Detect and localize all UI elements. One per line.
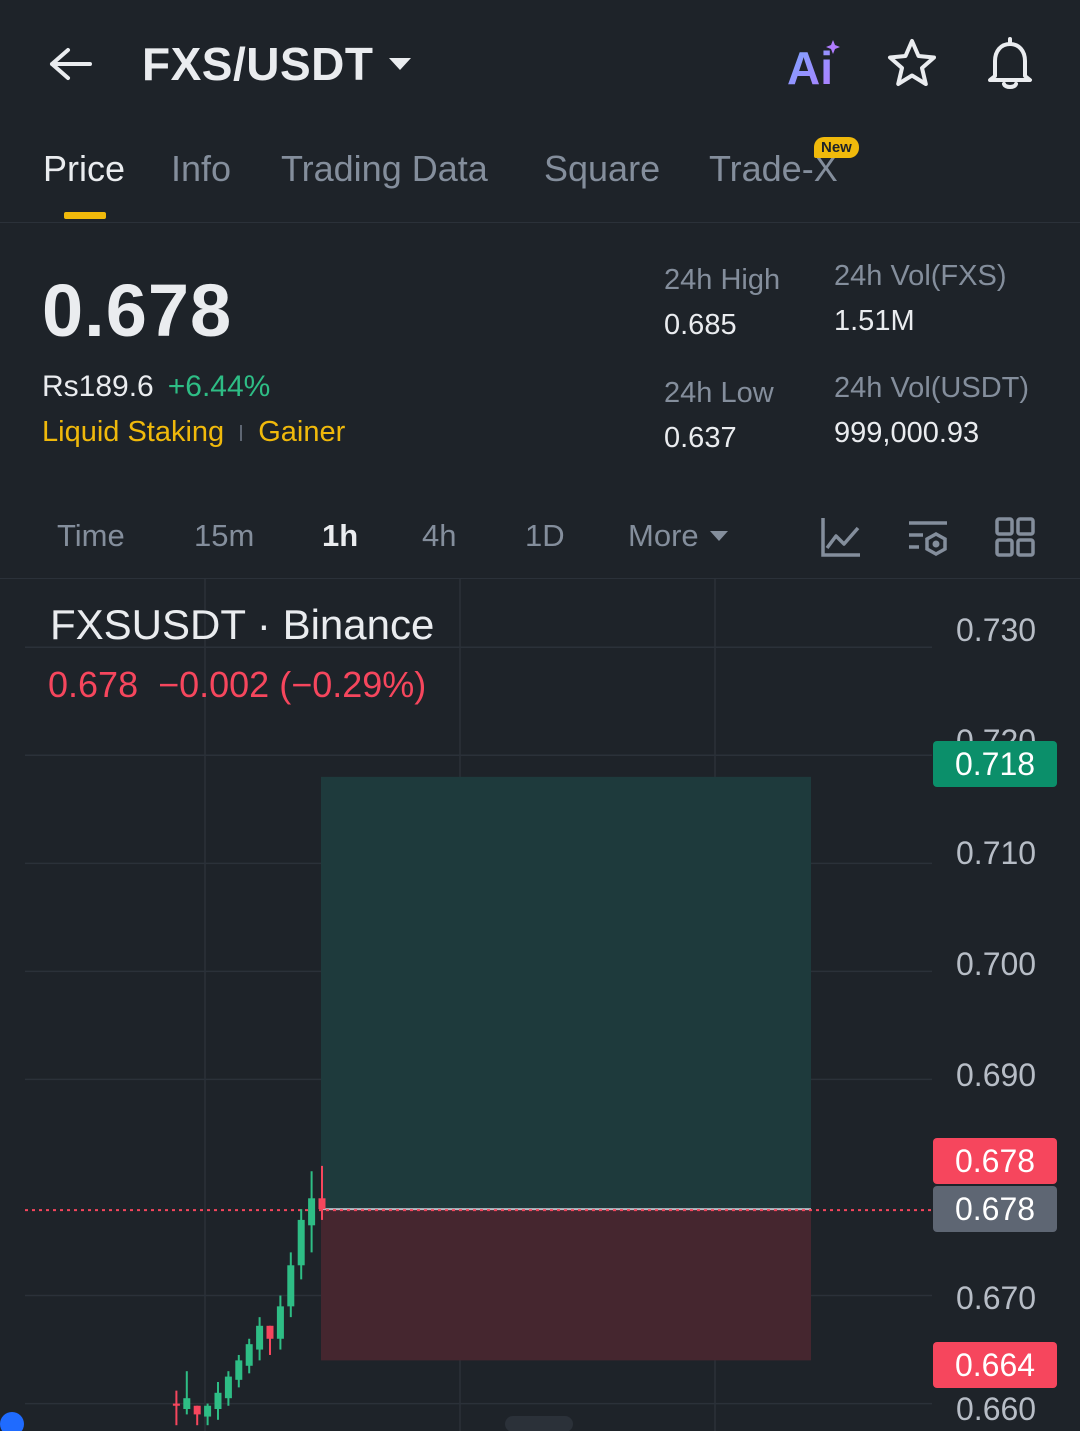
change-percent: +6.44% — [167, 370, 271, 403]
entry-price-badge[interactable]: 0.678 — [933, 1186, 1057, 1232]
candle-body — [235, 1360, 243, 1380]
grid-icon — [995, 517, 1035, 557]
legend-price: 0.678 — [48, 664, 139, 705]
ai-label: Ai — [787, 42, 833, 92]
scroll-dot — [0, 1412, 24, 1431]
last-price: 0.678 — [42, 269, 233, 352]
interval-15m[interactable]: 15m — [194, 518, 254, 554]
fiat-price: Rs189.6 — [42, 370, 154, 403]
star-icon — [888, 39, 936, 86]
indicator-tool[interactable] — [818, 514, 864, 560]
candle-body — [256, 1325, 264, 1350]
vol-base-value: 1.51M — [834, 305, 915, 337]
top-bar: FXS/USDT Ai — [0, 0, 1080, 130]
tab-info[interactable]: Info — [171, 148, 231, 190]
candle-body — [204, 1405, 212, 1417]
candle-body — [287, 1265, 295, 1307]
caret-down-icon — [709, 531, 728, 541]
candle-body — [224, 1376, 232, 1399]
vol-quote-value: 999,000.93 — [834, 417, 980, 449]
chart-handle[interactable] — [505, 1416, 573, 1431]
pair-selector[interactable]: FXS/USDT — [142, 36, 413, 92]
line-chart-icon — [821, 518, 860, 557]
price-subline: Rs189.6 +6.44% — [42, 370, 270, 404]
vol-base-label: 24h Vol(FXS) — [834, 260, 1007, 292]
high-value: 0.685 — [664, 309, 737, 341]
stop-loss-zone[interactable] — [321, 1209, 811, 1361]
tag-gainer[interactable]: Gainer — [258, 416, 345, 449]
alerts-button[interactable] — [980, 34, 1040, 94]
tag-divider — [240, 424, 243, 441]
legend-change: −0.002 (−0.29%) — [158, 664, 427, 705]
tab-trading-data[interactable]: Trading Data — [281, 148, 488, 190]
ai-icon: Ai — [787, 40, 840, 94]
active-tab-indicator — [64, 212, 106, 219]
settings-sliders-icon — [909, 521, 947, 557]
candle-body — [297, 1219, 305, 1266]
tab-square[interactable]: Square — [544, 148, 660, 190]
candle-body — [276, 1306, 284, 1339]
favorite-button[interactable] — [884, 36, 940, 92]
y-tick: 0.670 — [956, 1280, 1037, 1316]
interval-1h[interactable]: 1h — [322, 518, 358, 554]
caret-down-icon — [389, 58, 412, 70]
candle-body — [193, 1405, 201, 1415]
candle-body — [214, 1392, 222, 1409]
layout-grid-tool[interactable] — [992, 514, 1038, 560]
tab-price[interactable]: Price — [43, 148, 125, 190]
vol-quote-label: 24h Vol(USDT) — [834, 372, 1030, 404]
pair-title: FXS/USDT — [142, 38, 374, 90]
take-profit-zone[interactable] — [321, 776, 811, 1210]
interval-1d[interactable]: 1D — [525, 518, 565, 554]
interval-time[interactable]: Time — [57, 518, 125, 554]
interval-more[interactable]: More — [628, 518, 729, 554]
stop-loss-badge[interactable]: 0.664 — [933, 1342, 1057, 1388]
price-chart[interactable] — [0, 579, 1080, 1431]
chart-canvas[interactable] — [0, 579, 1080, 1431]
y-tick: 0.730 — [956, 612, 1037, 648]
candle-body — [308, 1198, 316, 1226]
candle-body — [245, 1344, 253, 1366]
chart-settings-tool[interactable] — [905, 514, 951, 560]
candle-body — [318, 1198, 326, 1210]
low-label: 24h Low — [664, 377, 774, 409]
back-arrow-icon — [50, 48, 92, 80]
section-tabs: Price Info Trading Data Square Trade-X — [0, 130, 1080, 223]
y-tick: 0.660 — [956, 1391, 1037, 1427]
tag-liquid-staking[interactable]: Liquid Staking — [42, 416, 224, 449]
take-profit-badge[interactable]: 0.718 — [933, 741, 1057, 787]
chart-symbol-title: FXSUSDT · Binance — [50, 601, 435, 648]
back-button[interactable] — [40, 40, 100, 88]
more-label: More — [628, 518, 699, 553]
high-label: 24h High — [664, 264, 781, 296]
ai-assistant-button[interactable]: Ai — [786, 36, 844, 94]
chart-legend-values: 0.678 −0.002 (−0.29%) — [48, 664, 426, 706]
y-tick: 0.690 — [956, 1057, 1037, 1093]
last-price-badge: 0.678 — [933, 1138, 1057, 1184]
interval-bar: Time 15m 1h 4h 1D More — [0, 500, 1080, 579]
low-value: 0.637 — [664, 422, 737, 454]
interval-4h[interactable]: 4h — [422, 518, 456, 554]
candle-body — [266, 1325, 274, 1339]
candle-body — [172, 1403, 180, 1406]
bell-icon — [988, 37, 1032, 89]
candle-body — [183, 1398, 191, 1409]
y-tick: 0.700 — [956, 946, 1037, 982]
category-tags: Liquid Staking Gainer — [42, 416, 345, 449]
new-badge: New — [814, 137, 859, 158]
y-tick: 0.710 — [956, 835, 1037, 871]
